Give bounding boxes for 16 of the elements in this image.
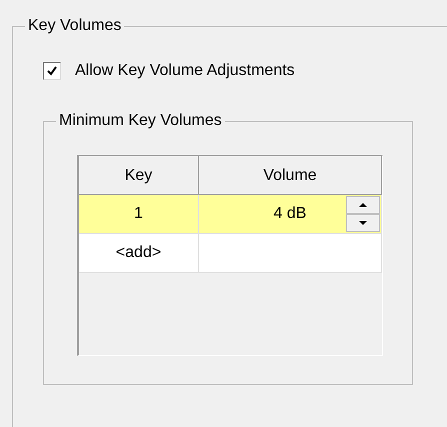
checkbox-label[interactable]: Allow Key Volume Adjustments <box>75 61 295 81</box>
group-title: Key Volumes <box>25 16 124 36</box>
table-cell[interactable]: 4 dB <box>199 195 382 234</box>
up-arrow-icon <box>359 203 367 207</box>
table-cell[interactable] <box>199 234 382 273</box>
down-arrow-icon <box>359 221 367 225</box>
column-header[interactable]: Volume <box>199 156 382 195</box>
volume-value: 4 dB <box>274 205 306 223</box>
group-title: Minimum Key Volumes <box>56 111 225 131</box>
table-cell[interactable]: <add> <box>79 234 199 273</box>
column-header[interactable]: Key <box>79 156 199 195</box>
checkbox[interactable] <box>43 62 61 80</box>
check-mark-icon <box>46 65 58 77</box>
spin-down-button[interactable] <box>346 214 380 232</box>
spin-up-button[interactable] <box>346 196 380 214</box>
table-cell[interactable]: 1 <box>79 195 199 234</box>
